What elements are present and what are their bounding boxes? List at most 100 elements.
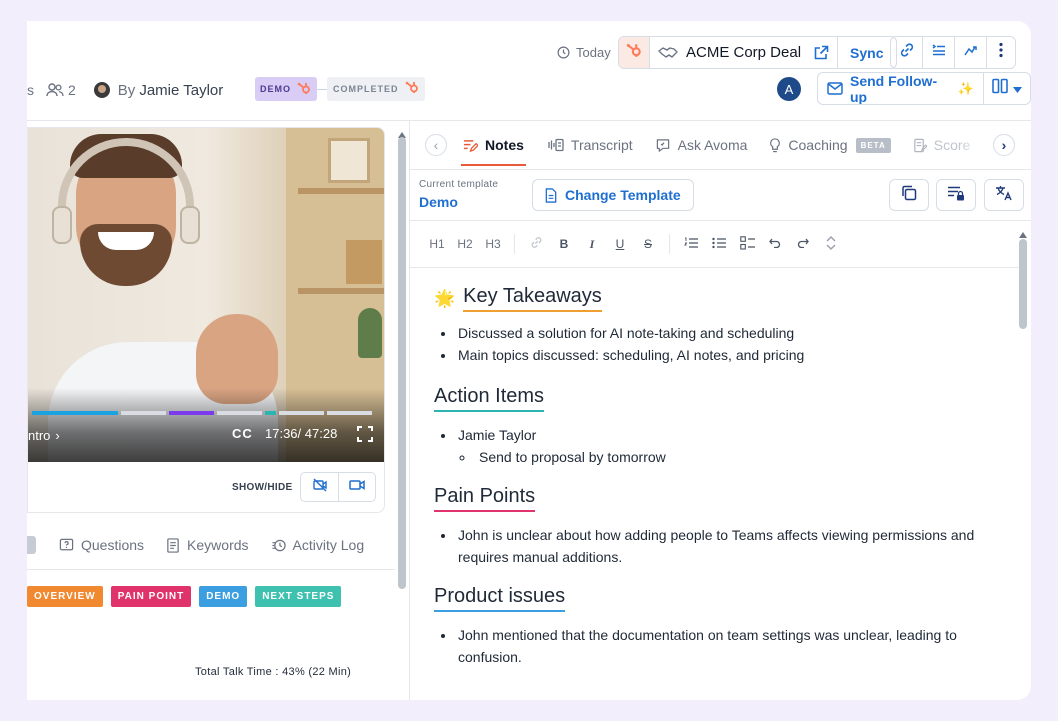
topic-tag[interactable]: DEMO: [199, 586, 248, 607]
heading-2-button[interactable]: H2: [454, 233, 476, 255]
private-notes-button[interactable]: [936, 179, 976, 211]
list-item: Discussed a solution for AI note-taking …: [456, 322, 1004, 344]
user-avatar[interactable]: A: [777, 77, 801, 101]
progress-segment[interactable]: [169, 411, 214, 415]
expand-collapse-button[interactable]: [820, 233, 842, 255]
show-video-button[interactable]: [339, 473, 375, 501]
header-actions: [890, 36, 1016, 69]
share-button[interactable]: [955, 37, 987, 68]
bullet-list-button[interactable]: [708, 233, 730, 255]
heading-3-button[interactable]: H3: [482, 233, 504, 255]
tab-coaching[interactable]: Coaching BETA: [769, 137, 891, 153]
insert-link-button[interactable]: [525, 233, 547, 255]
columns-icon: [992, 78, 1008, 99]
box-decor: [346, 240, 382, 284]
external-link-icon[interactable]: [813, 45, 829, 61]
fullscreen-button[interactable]: [357, 426, 373, 447]
progress-segment[interactable]: [327, 411, 372, 415]
progress-segment[interactable]: [32, 411, 118, 415]
notes-scrollbar[interactable]: [1016, 221, 1030, 700]
video-progress-bar[interactable]: [32, 411, 375, 415]
checklist-button[interactable]: [736, 233, 758, 255]
copy-notes-button[interactable]: [889, 179, 929, 211]
more-menu-button[interactable]: [987, 37, 1015, 68]
heading-1-button[interactable]: H1: [426, 233, 448, 255]
agenda-button[interactable]: [923, 37, 955, 68]
more-vertical-icon: [999, 42, 1003, 63]
copy-link-button[interactable]: [891, 37, 923, 68]
layout-toggle-button[interactable]: [984, 73, 1030, 104]
right-pane: ‹ Notes Transcript Ask Avoma Coaching BE…: [410, 121, 1031, 700]
undo-button[interactable]: [764, 233, 786, 255]
video-player[interactable]: ntro › CC 17:36 / 47:28: [28, 128, 384, 462]
sync-button[interactable]: Sync: [838, 37, 895, 68]
redo-button[interactable]: [792, 233, 814, 255]
tabs-scroll-right[interactable]: ›: [993, 134, 1015, 156]
left-tabs: Questions Keywords Activity Log: [27, 533, 364, 557]
scroll-thumb[interactable]: [398, 137, 406, 589]
unfold-icon: [825, 235, 837, 254]
document-icon: [545, 187, 557, 203]
tab-questions[interactable]: Questions: [59, 537, 144, 553]
italic-button[interactable]: I: [581, 233, 603, 255]
chapter-selector[interactable]: ntro ›: [28, 426, 60, 444]
tab-collapsed-icon[interactable]: [27, 536, 36, 554]
toolbar-separator: [669, 234, 670, 254]
change-template-button[interactable]: Change Template: [532, 179, 694, 211]
topic-tag[interactable]: NEXT STEPS: [255, 586, 342, 607]
template-name[interactable]: Demo: [419, 194, 498, 210]
ordered-list-button[interactable]: [680, 233, 702, 255]
left-pane: ntro › CC 17:36 / 47:28 SHOW/HIDE Questi…: [27, 121, 406, 700]
heading-action-items: Action Items: [434, 385, 545, 412]
progress-segment[interactable]: [279, 411, 324, 415]
star-icon: 🌟: [434, 288, 456, 308]
beta-badge: BETA: [855, 137, 891, 153]
list-item: John mentioned that the documentation on…: [456, 624, 1004, 668]
time-separator: /: [297, 426, 305, 441]
left-scrollbar[interactable]: [396, 121, 408, 700]
stage-completed[interactable]: COMPLETED: [327, 77, 425, 101]
progress-segment[interactable]: [265, 411, 276, 415]
owner-by: By: [117, 81, 136, 99]
share-icon: [963, 42, 979, 63]
hubspot-icon: [405, 80, 419, 99]
tabs-scroll-left[interactable]: ‹: [425, 134, 447, 156]
strikethrough-button[interactable]: S: [637, 233, 659, 255]
hubspot-link-button[interactable]: [619, 37, 650, 68]
translate-button[interactable]: [984, 179, 1024, 211]
deal-name[interactable]: ACME Corp Deal: [650, 37, 839, 68]
sub-list: Send to proposal by tomorrow: [458, 446, 1004, 468]
tab-notes[interactable]: Notes: [461, 137, 526, 166]
tab-transcript[interactable]: Transcript: [548, 137, 633, 153]
topic-tag[interactable]: PAIN POINT: [110, 586, 192, 607]
topic-tag[interactable]: OVERVIEW: [27, 586, 103, 607]
participants-icon: [46, 83, 64, 97]
deal-stages: DEMO COMPLETED: [255, 77, 425, 101]
tab-activity-log[interactable]: Activity Log: [271, 537, 364, 553]
owner-name[interactable]: Jamie Taylor: [139, 82, 223, 99]
stage-demo[interactable]: DEMO: [255, 77, 317, 101]
tab-keywords[interactable]: Keywords: [166, 537, 249, 553]
underline-button[interactable]: U: [609, 233, 631, 255]
list-item: Jamie Taylor Send to proposal by tomorro…: [456, 424, 1004, 468]
tabs-divider: [27, 569, 395, 570]
app-window: s 2 By Jamie Taylor DEMO COMPLETED Today…: [27, 21, 1031, 700]
bold-button[interactable]: B: [553, 233, 575, 255]
fullscreen-icon: [357, 426, 373, 446]
progress-segment[interactable]: [121, 411, 166, 415]
ask-icon: [655, 138, 671, 153]
show-hide-row: SHOW/HIDE: [232, 472, 377, 502]
progress-segment[interactable]: [217, 411, 262, 415]
tab-ask-avoma[interactable]: Ask Avoma: [655, 137, 747, 153]
notes-tabs: Notes Transcript Ask Avoma Coaching BETA…: [461, 133, 970, 166]
notes-editor[interactable]: 🌟 Key Takeaways Discussed a solution for…: [434, 285, 1004, 668]
talk-time: Total Talk Time : 43% (22 Min): [195, 666, 352, 678]
redo-icon: [797, 237, 809, 251]
pain-points-list: John is unclear about how adding people …: [456, 524, 1004, 568]
ordered-list-icon: [684, 237, 698, 252]
captions-button[interactable]: CC: [232, 426, 253, 441]
copy-icon: [901, 185, 917, 206]
scroll-thumb[interactable]: [1019, 239, 1027, 329]
hide-video-button[interactable]: [301, 473, 340, 501]
send-followup-button[interactable]: Send Follow-up ✨: [818, 73, 984, 104]
